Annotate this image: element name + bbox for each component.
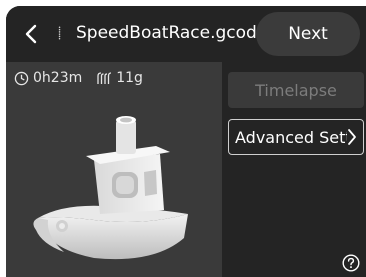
print-stats: 0h23m 11g <box>14 70 157 86</box>
filament-weight-value: 11g <box>116 70 143 86</box>
filament-icon <box>97 71 112 84</box>
back-button[interactable] <box>18 20 44 48</box>
timelapse-button[interactable]: Timelapse <box>228 72 364 108</box>
clock-icon <box>14 71 29 85</box>
help-icon[interactable] <box>342 254 360 272</box>
header: ⸽ SpeedBoatRace.gcode Next <box>6 6 366 62</box>
print-time-value: 0h23m <box>33 70 83 86</box>
chevron-left-icon <box>25 24 37 44</box>
model-preview: 0h23m 11g <box>6 62 222 277</box>
print-preview-screen: ⸽ SpeedBoatRace.gcode Next 0h23m 11g Tim… <box>6 6 366 277</box>
file-icon: ⸽ <box>58 26 62 40</box>
next-button[interactable]: Next <box>256 12 360 56</box>
chevron-right-icon <box>348 129 356 145</box>
filename-label: SpeedBoatRace.gcode <box>76 23 256 43</box>
benchy-boat-model <box>33 116 188 260</box>
advanced-settings-button[interactable]: Advanced Settings <box>228 119 364 155</box>
advanced-settings-label: Advanced Settings <box>235 127 347 147</box>
print-time: 0h23m <box>14 70 82 86</box>
filament-weight: 11g <box>96 70 143 86</box>
